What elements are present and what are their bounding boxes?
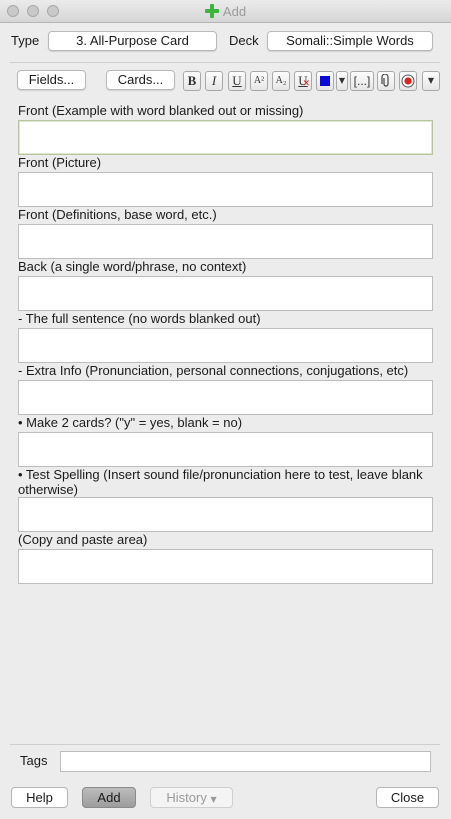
field-front-definitions-input[interactable] bbox=[18, 224, 433, 259]
field-label-extra-info: - Extra Info (Pronunciation, personal co… bbox=[18, 363, 409, 378]
chevron-down-icon: ▼ bbox=[427, 76, 435, 85]
field-test-spelling-input[interactable] bbox=[18, 497, 433, 532]
field-front-example-input[interactable] bbox=[18, 120, 433, 155]
field-label-make-2-cards: • Make 2 cards? ("y" = yes, blank = no) bbox=[18, 415, 243, 430]
text-color-button[interactable] bbox=[316, 71, 334, 91]
type-label: Type bbox=[11, 33, 40, 48]
more-options-button[interactable]: ▼ bbox=[422, 71, 440, 91]
tags-divider bbox=[10, 744, 440, 745]
dropdown-arrow-icon: ▼ bbox=[338, 76, 346, 85]
history-label: History bbox=[166, 790, 207, 805]
field-label-copy-paste: (Copy and paste area) bbox=[18, 532, 148, 547]
clear-formatting-button[interactable]: U ✕ bbox=[294, 71, 312, 91]
record-audio-button[interactable] bbox=[399, 71, 417, 91]
attach-media-button[interactable] bbox=[377, 71, 395, 91]
field-copy-paste-input[interactable] bbox=[18, 549, 433, 584]
underline-button[interactable]: U bbox=[228, 71, 246, 91]
field-make-2-cards-input[interactable] bbox=[18, 432, 433, 467]
window-title-group: Add bbox=[204, 0, 247, 22]
tags-label: Tags bbox=[20, 753, 48, 768]
color-dropdown-button[interactable]: ▼ bbox=[336, 71, 348, 91]
field-front-picture-input[interactable] bbox=[18, 172, 433, 207]
cloze-button[interactable]: [...] bbox=[350, 71, 374, 91]
window-title: Add bbox=[222, 3, 247, 19]
bold-button[interactable]: B bbox=[183, 71, 201, 91]
red-x-mark-icon: ✕ bbox=[302, 78, 310, 88]
paperclip-icon bbox=[381, 73, 389, 87]
field-label-front-example: Front (Example with word blanked out or … bbox=[18, 103, 304, 118]
deck-button[interactable]: Somali::Simple Words bbox=[267, 31, 433, 51]
field-label-full-sentence: - The full sentence (no words blanked ou… bbox=[18, 311, 261, 326]
deck-label: Deck bbox=[229, 33, 259, 48]
history-button[interactable]: History ▼ bbox=[150, 787, 233, 808]
add-plus-icon bbox=[204, 4, 219, 18]
field-label-front-definitions: Front (Definitions, base word, etc.) bbox=[18, 207, 217, 222]
window-title-wrap: Add bbox=[0, 0, 451, 22]
field-full-sentence-input[interactable] bbox=[18, 328, 433, 363]
superscript-button[interactable]: A² bbox=[250, 71, 268, 91]
italic-button[interactable]: I bbox=[205, 71, 223, 91]
field-label-test-spelling: • Test Spelling (Insert sound file/pronu… bbox=[18, 467, 423, 497]
subscript-button[interactable]: A₂ bbox=[272, 71, 290, 91]
title-bar: Add bbox=[0, 0, 451, 23]
close-button[interactable]: Close bbox=[376, 787, 439, 808]
fields-button[interactable]: Fields... bbox=[17, 70, 86, 90]
cards-button[interactable]: Cards... bbox=[106, 70, 175, 90]
note-type-button[interactable]: 3. All-Purpose Card bbox=[48, 31, 217, 51]
field-label-back: Back (a single word/phrase, no context) bbox=[18, 259, 247, 274]
add-button[interactable]: Add bbox=[82, 787, 136, 808]
history-dropdown-icon: ▼ bbox=[210, 795, 217, 804]
divider bbox=[10, 62, 440, 63]
field-back-input[interactable] bbox=[18, 276, 433, 311]
field-label-front-picture: Front (Picture) bbox=[18, 155, 102, 170]
help-button[interactable]: Help bbox=[11, 787, 68, 808]
color-swatch-icon bbox=[320, 76, 330, 86]
field-extra-info-input[interactable] bbox=[18, 380, 433, 415]
tags-input[interactable] bbox=[60, 751, 431, 772]
record-icon bbox=[401, 74, 415, 88]
